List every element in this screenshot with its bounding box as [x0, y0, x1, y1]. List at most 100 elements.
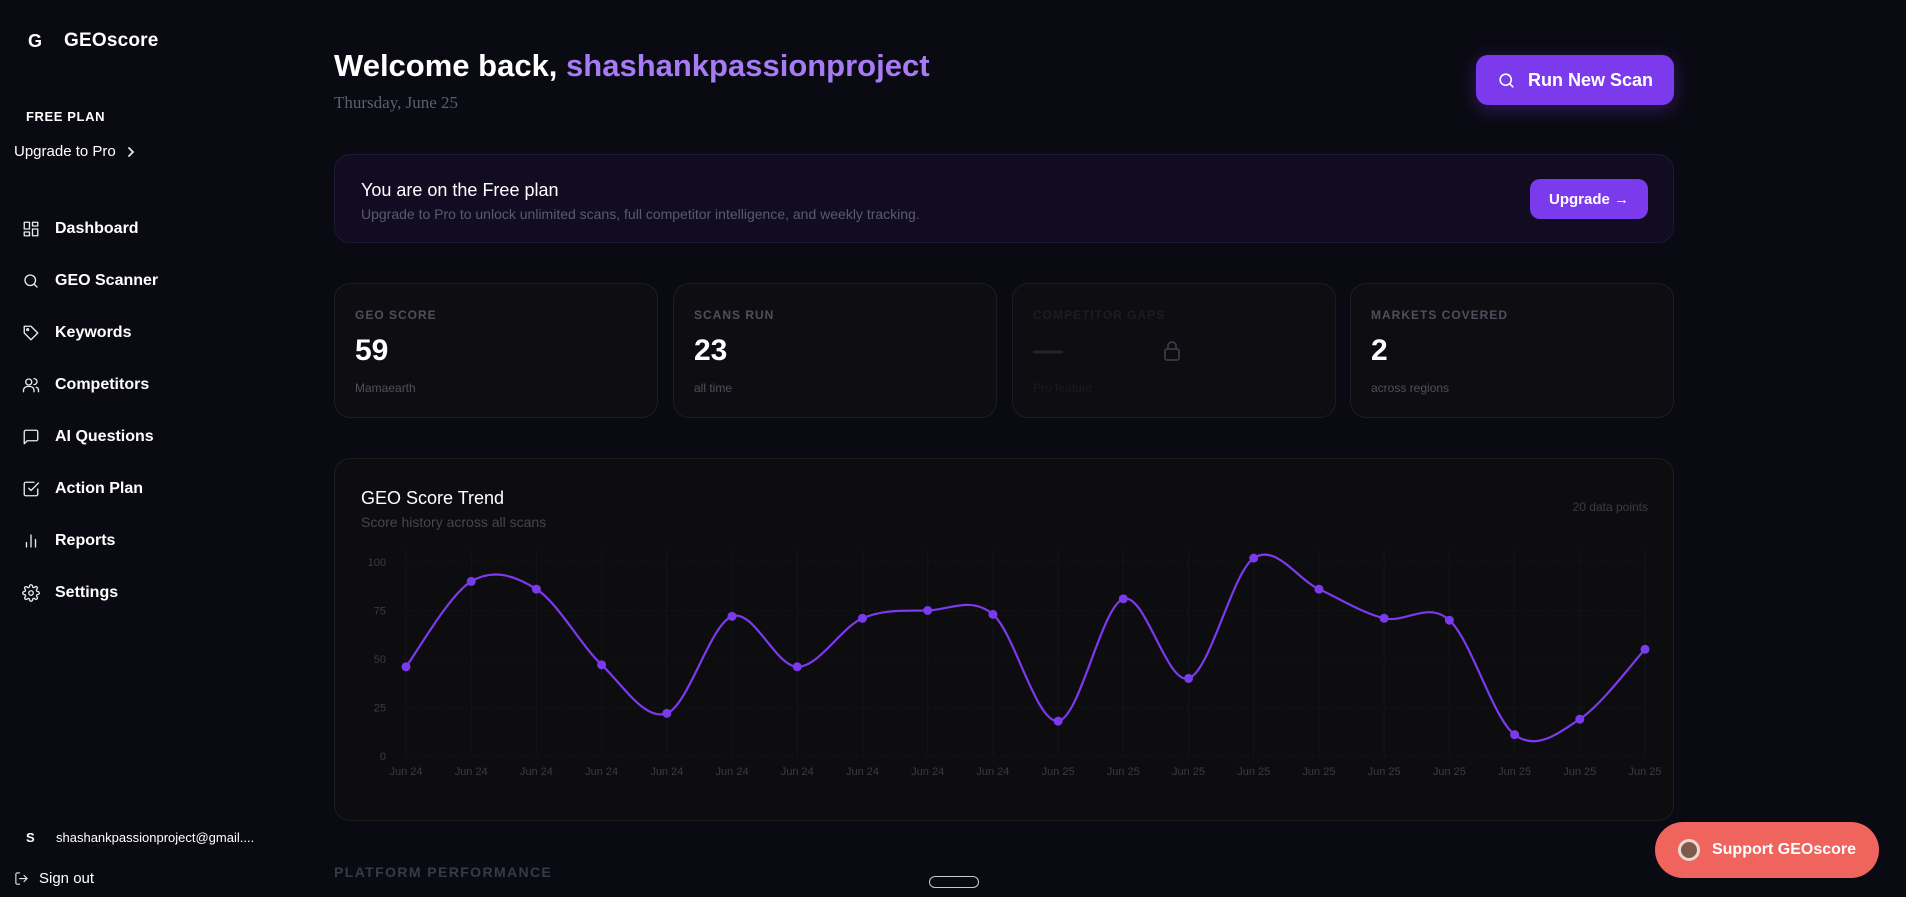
stat-card-markets-covered: MARKETS COVERED 2 across regions — [1350, 283, 1674, 418]
app-logo[interactable]: G GEOscore — [28, 30, 159, 52]
data-point[interactable] — [1184, 673, 1194, 683]
x-tick-label: Jun 25 — [1237, 766, 1270, 778]
x-tick-label: Jun 24 — [911, 766, 944, 778]
y-tick-label: 100 — [368, 557, 386, 569]
stat-sub: Mamaearth — [355, 381, 416, 395]
sidebar-item-ai-questions[interactable]: AI Questions — [22, 411, 158, 463]
users-icon — [22, 377, 40, 393]
data-point[interactable] — [727, 611, 737, 621]
coffee-cup-icon — [1677, 839, 1700, 861]
x-tick-label: Jun 25 — [1563, 766, 1596, 778]
sidebar-nav: Dashboard GEO Scanner Keywords Competito… — [22, 203, 158, 619]
data-point[interactable] — [1640, 644, 1650, 654]
data-point[interactable] — [401, 662, 411, 672]
app-name: GEOscore — [64, 30, 159, 51]
sidebar-item-label: Action Plan — [55, 480, 144, 497]
free-plan-banner: You are on the Free plan Upgrade to Pro … — [334, 154, 1674, 243]
data-point[interactable] — [662, 708, 672, 718]
section-heading-platform-performance: PLATFORM PERFORMANCE — [334, 864, 553, 880]
gear-icon — [22, 584, 40, 602]
sidebar-item-label: Settings — [55, 584, 119, 601]
sign-out-label: Sign out — [39, 870, 95, 887]
support-geoscore-button[interactable]: Support GEOscore — [1655, 822, 1879, 878]
tag-icon — [23, 325, 39, 341]
stat-card-competitor-gaps-locked[interactable]: COMPETITOR GAPS — Pro feature — [1012, 283, 1336, 418]
y-tick-label: 50 — [374, 654, 386, 666]
x-tick-label: Jun 24 — [781, 766, 814, 778]
sidebar-item-label: Competitors — [55, 376, 150, 393]
run-new-scan-label: Run New Scan — [1527, 69, 1654, 90]
data-point[interactable] — [1379, 613, 1389, 623]
data-point[interactable] — [1314, 584, 1324, 594]
data-point[interactable] — [1053, 716, 1063, 726]
x-tick-label: Jun 25 — [1302, 766, 1335, 778]
data-point[interactable] — [1510, 730, 1520, 740]
upgrade-button[interactable]: Upgrade → — [1530, 179, 1648, 219]
run-new-scan-button[interactable]: Run New Scan — [1476, 55, 1674, 105]
checkbox-icon — [23, 481, 40, 497]
sidebar-item-action-plan[interactable]: Action Plan — [22, 463, 158, 515]
sidebar-item-label: GEO Scanner — [55, 272, 159, 289]
stat-value: — — [1033, 334, 1063, 367]
data-point[interactable] — [1575, 714, 1585, 724]
lock-icon — [1164, 341, 1180, 361]
sidebar-item-label: Keywords — [55, 324, 132, 341]
scroll-indicator[interactable] — [929, 876, 979, 888]
stat-card-scans-run: SCANS RUN 23 all time — [673, 283, 997, 418]
sidebar-item-reports[interactable]: Reports — [22, 515, 158, 567]
logout-icon — [15, 872, 28, 885]
geo-score-trend-card: GEO Score Trend Score history across all… — [334, 458, 1674, 821]
chevron-right-icon — [127, 146, 135, 157]
data-point[interactable] — [923, 606, 933, 615]
sidebar-item-competitors[interactable]: Competitors — [22, 359, 158, 411]
data-point[interactable] — [1444, 615, 1454, 625]
sidebar-item-dashboard[interactable]: Dashboard — [22, 203, 158, 255]
sidebar-item-keywords[interactable]: Keywords — [22, 307, 158, 359]
x-tick-label: Jun 24 — [520, 766, 553, 778]
page-title: Welcome back, shashankpassionproject — [334, 48, 930, 84]
data-point[interactable] — [857, 613, 867, 623]
data-point[interactable] — [1118, 594, 1128, 604]
sign-out-button[interactable]: Sign out — [14, 870, 94, 887]
y-tick-label: 75 — [374, 606, 386, 618]
y-tick-label: 25 — [374, 703, 386, 715]
data-point[interactable] — [597, 660, 607, 670]
current-date: Thursday, June 25 — [334, 93, 459, 112]
stat-value: 23 — [694, 334, 728, 367]
sidebar-item-settings[interactable]: Settings — [22, 567, 158, 619]
message-icon — [23, 429, 39, 445]
upgrade-to-pro-link[interactable]: Upgrade to Pro — [14, 143, 136, 160]
banner-title: You are on the Free plan — [361, 180, 559, 200]
x-tick-label: Jun 25 — [1433, 766, 1466, 778]
x-tick-label: Jun 24 — [976, 766, 1009, 778]
stat-value: 2 — [1371, 334, 1388, 367]
x-tick-label: Jun 24 — [455, 766, 488, 778]
data-point[interactable] — [466, 576, 476, 586]
trend-chart: 0 25 50 75 100 Jun 24 Jun 24 Jun 24 Jun 24 Jun 24… — [368, 550, 1662, 778]
x-tick-label: Jun 25 — [1107, 766, 1140, 778]
sidebar-item-geo-scanner[interactable]: GEO Scanner — [22, 255, 158, 307]
banner-subtitle: Upgrade to Pro to unlock unlimited scans… — [361, 206, 920, 222]
stat-card-geo-score: GEO SCORE 59 Mamaearth — [334, 283, 658, 418]
sidebar-item-label: Reports — [55, 532, 116, 549]
y-tick-label: 0 — [380, 751, 386, 763]
avatar: S — [26, 830, 35, 845]
data-point[interactable] — [531, 584, 541, 594]
x-tick-label: Jun 24 — [585, 766, 618, 778]
data-point[interactable] — [792, 662, 802, 672]
data-point[interactable] — [988, 609, 998, 619]
stat-label: SCANS RUN — [694, 308, 775, 322]
stat-sub: Pro feature — [1033, 381, 1093, 395]
search-icon — [24, 274, 38, 288]
stat-value: 59 — [355, 334, 389, 367]
sidebar: G GEOscore FREE PLAN Upgrade to Pro Dash… — [0, 0, 290, 897]
support-label: Support GEOscore — [1711, 841, 1857, 858]
x-tick-label: Jun 24 — [650, 766, 683, 778]
user-email: shashankpassionproject@gmail.... — [56, 830, 255, 845]
data-point[interactable] — [1249, 553, 1259, 563]
bar-chart-icon — [25, 534, 37, 548]
user-account[interactable]: S shashankpassionproject@gmail.... — [26, 830, 254, 845]
x-tick-label: Jun 24 — [716, 766, 749, 778]
x-tick-label: Jun 24 — [846, 766, 879, 778]
welcome-prefix: Welcome back, — [334, 48, 567, 83]
